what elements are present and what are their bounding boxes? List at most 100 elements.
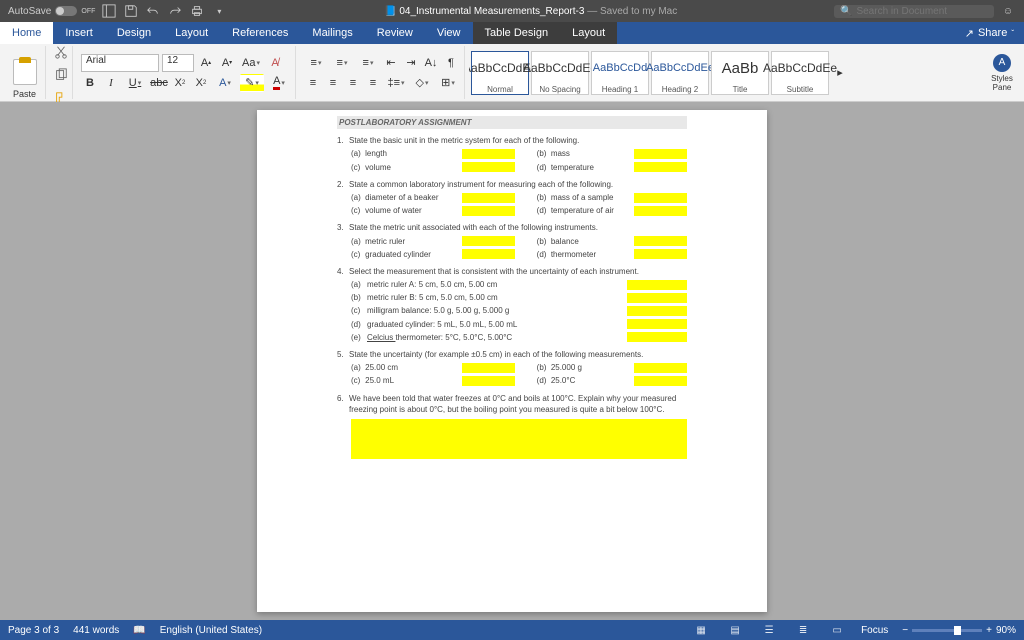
word-count[interactable]: 441 words	[73, 625, 119, 636]
bullets-button[interactable]: ≡	[304, 54, 328, 72]
multilevel-button[interactable]: ≡	[356, 54, 380, 72]
sort-button[interactable]: A↓	[422, 54, 440, 72]
paragraph-group: ≡ ≡ ≡ ⇤ ⇥ A↓ ¶ ≡ ≡ ≡ ≡ ‡≡ ◇ ⊞	[300, 46, 465, 99]
tab-layout[interactable]: Layout	[163, 22, 220, 44]
italic-button[interactable]: I	[102, 74, 120, 92]
font-size-select[interactable]: 12	[162, 54, 194, 72]
decrease-indent-button[interactable]: ⇤	[382, 54, 400, 72]
status-bar: Page 3 of 3 441 words 📖 English (United …	[0, 620, 1024, 640]
spellcheck-icon[interactable]: 📖	[133, 625, 145, 636]
share-icon: ↗	[965, 27, 974, 40]
zoom-control[interactable]: − + 90%	[902, 625, 1016, 636]
question-2: 2.State a common laboratory instrument f…	[337, 179, 687, 217]
question-6: 6.We have been told that water freezes a…	[337, 393, 687, 459]
smiley-feedback-icon[interactable]: ☺	[1000, 3, 1016, 19]
style-heading2[interactable]: AaBbCcDdEeHeading 2	[651, 51, 709, 95]
superscript-button[interactable]: X2	[192, 74, 210, 92]
increase-indent-button[interactable]: ⇥	[402, 54, 420, 72]
font-color-button[interactable]: A	[267, 74, 291, 92]
question-1: 1.State the basic unit in the metric sys…	[337, 135, 687, 173]
ribbon-tabs: Home Insert Design Layout References Mai…	[0, 22, 1024, 44]
clipboard-group: Paste	[4, 46, 46, 99]
change-case-button[interactable]: Aa	[239, 54, 263, 72]
web-layout-icon[interactable]: ☰	[759, 623, 779, 637]
question-5: 5.State the uncertainty (for example ±0.…	[337, 349, 687, 387]
qat-more-icon[interactable]: ▾	[211, 3, 227, 19]
strike-button[interactable]: abc	[150, 74, 168, 92]
tab-home[interactable]: Home	[0, 22, 53, 44]
tab-review[interactable]: Review	[365, 22, 425, 44]
line-spacing-button[interactable]: ‡≡	[384, 74, 408, 92]
highlight-blank	[462, 149, 515, 159]
paste-icon[interactable]	[13, 59, 37, 85]
copy-icon[interactable]	[54, 68, 68, 85]
autosave-toggle[interactable]: AutoSave OFF	[8, 6, 95, 17]
show-marks-button[interactable]: ¶	[442, 54, 460, 72]
print-layout-icon[interactable]: ▤	[725, 623, 745, 637]
language-indicator[interactable]: English (United States)	[160, 625, 262, 636]
highlight-blank	[634, 162, 687, 172]
style-subtitle[interactable]: AaBbCcDdEeSubtitle	[771, 51, 829, 95]
redo-icon[interactable]	[167, 3, 183, 19]
tab-design[interactable]: Design	[105, 22, 163, 44]
align-right-button[interactable]: ≡	[344, 74, 362, 92]
highlight-blank-large	[351, 419, 687, 459]
tab-insert[interactable]: Insert	[53, 22, 105, 44]
section-heading: POSTLABORATORY ASSIGNMENT	[337, 116, 687, 129]
style-title[interactable]: AaBbTitle	[711, 51, 769, 95]
tab-view[interactable]: View	[425, 22, 473, 44]
window-title: 📘 04_Instrumental Measurements_Report-3 …	[233, 6, 828, 17]
search-input[interactable]	[856, 6, 976, 17]
undo-icon[interactable]	[145, 3, 161, 19]
bold-button[interactable]: B	[81, 74, 99, 92]
style-normal[interactable]: AaBbCcDdEeNormal	[471, 51, 529, 95]
align-center-button[interactable]: ≡	[324, 74, 342, 92]
styles-pane-button[interactable]: A Styles Pane	[984, 46, 1020, 99]
draft-icon[interactable]: ▭	[827, 623, 847, 637]
underline-button[interactable]: U	[123, 74, 147, 92]
tab-references[interactable]: References	[220, 22, 300, 44]
cut-copy-group	[50, 46, 73, 99]
shrink-font-button[interactable]: A▾	[218, 54, 236, 72]
highlight-button[interactable]: ✎	[240, 74, 264, 92]
tab-table-design[interactable]: Table Design	[473, 22, 561, 44]
align-left-button[interactable]: ≡	[304, 74, 322, 92]
outline-icon[interactable]: ≣	[793, 623, 813, 637]
zoom-slider[interactable]	[912, 629, 982, 632]
paste-label: Paste	[13, 89, 36, 99]
cut-icon[interactable]	[54, 45, 68, 62]
tab-mailings[interactable]: Mailings	[300, 22, 364, 44]
autosave-label: AutoSave	[8, 6, 51, 17]
read-mode-icon[interactable]: ▦	[691, 623, 711, 637]
font-group: Arial 12 A▴ A▾ Aa A̸ B I U abc X2 X2 A ✎…	[77, 46, 296, 99]
shading-button[interactable]: ◇	[410, 74, 434, 92]
style-no-spacing[interactable]: AaBbCcDdEeNo Spacing	[531, 51, 589, 95]
ribbon: Paste Arial 12 A▴ A▾ Aa A̸ B I U abc X2 …	[0, 44, 1024, 102]
page-indicator[interactable]: Page 3 of 3	[8, 625, 59, 636]
zoom-out-icon[interactable]: −	[902, 625, 908, 636]
borders-button[interactable]: ⊞	[436, 74, 460, 92]
focus-button[interactable]: Focus	[861, 625, 888, 636]
grow-font-button[interactable]: A▴	[197, 54, 215, 72]
zoom-value[interactable]: 90%	[996, 625, 1016, 636]
search-box[interactable]: 🔍	[834, 5, 994, 18]
toggle-icon	[55, 6, 77, 16]
save-icon[interactable]	[123, 3, 139, 19]
tab-table-layout[interactable]: Layout	[560, 22, 617, 44]
share-button[interactable]: ↗Share ˇ	[955, 27, 1024, 40]
layout-icon[interactable]	[101, 3, 117, 19]
text-effects-button[interactable]: A	[213, 74, 237, 92]
styles-more-icon[interactable]: ▸	[831, 64, 849, 82]
subscript-button[interactable]: X2	[171, 74, 189, 92]
style-heading1[interactable]: AaBbCcDdHeading 1	[591, 51, 649, 95]
numbering-button[interactable]: ≡	[330, 54, 354, 72]
clear-format-button[interactable]: A̸	[266, 54, 284, 72]
print-icon[interactable]	[189, 3, 205, 19]
font-name-select[interactable]: Arial	[81, 54, 159, 72]
justify-button[interactable]: ≡	[364, 74, 382, 92]
styles-gallery[interactable]: AaBbCcDdEeNormal AaBbCcDdEeNo Spacing Aa…	[469, 46, 980, 99]
zoom-in-icon[interactable]: +	[986, 625, 992, 636]
page[interactable]: POSTLABORATORY ASSIGNMENT 1.State the ba…	[257, 110, 767, 612]
document-area[interactable]: POSTLABORATORY ASSIGNMENT 1.State the ba…	[0, 102, 1024, 620]
autosave-state: OFF	[81, 8, 95, 15]
